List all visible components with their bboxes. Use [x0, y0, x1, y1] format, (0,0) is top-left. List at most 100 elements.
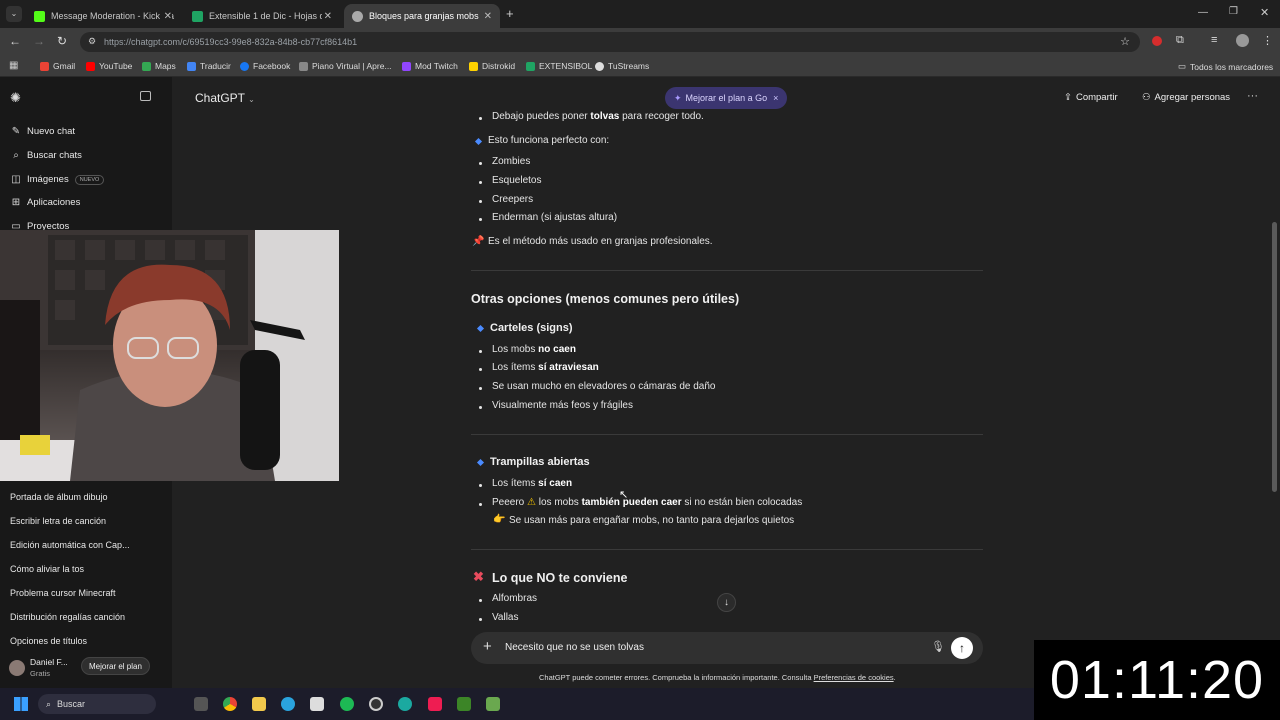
- new-chat-button[interactable]: ✎ Nuevo chat: [10, 126, 75, 137]
- new-tab-icon[interactable]: +: [506, 6, 514, 21]
- chatgpt-icon: [352, 10, 363, 22]
- history-item[interactable]: Distribución regalías canción: [10, 612, 125, 622]
- bookmark-extensibol[interactable]: EXTENSIBOL: [526, 61, 592, 71]
- tab-search-button[interactable]: ⌄: [6, 6, 22, 22]
- edge-icon[interactable]: [398, 697, 412, 711]
- close-icon[interactable]: ✕: [161, 10, 172, 22]
- bold-text: sí caen: [538, 478, 573, 489]
- file-explorer-icon[interactable]: [252, 697, 266, 711]
- site-info-icon[interactable]: ⚙: [88, 36, 96, 47]
- webcam-overlay: [0, 230, 339, 481]
- back-icon[interactable]: ←: [9, 34, 21, 48]
- bold-text: no caen: [538, 344, 576, 355]
- history-item[interactable]: Edición automática con Cap...: [10, 540, 130, 550]
- bookmark-youtube[interactable]: YouTube: [86, 61, 132, 71]
- apps-grid-icon[interactable]: ▦: [9, 60, 18, 71]
- content-line: Debajo puedes poner tolvas para recoger …: [492, 111, 704, 122]
- chrome-icon[interactable]: [223, 697, 237, 711]
- bookmark-mod-twitch[interactable]: Mod Twitch: [402, 61, 458, 71]
- add-people-button[interactable]: ⚇ Agregar personas: [1142, 92, 1230, 103]
- divider: [471, 270, 983, 271]
- bookmark-facebook[interactable]: Facebook: [240, 61, 290, 71]
- history-item[interactable]: Problema cursor Minecraft: [10, 588, 116, 598]
- all-bookmarks[interactable]: ▭ Todos los marcadores: [1178, 61, 1273, 72]
- openai-logo-icon[interactable]: ✺: [10, 90, 21, 106]
- bookmark-label: Gmail: [53, 61, 76, 71]
- add-attachment-icon[interactable]: +: [483, 638, 492, 655]
- new-badge: NUEVO: [74, 174, 105, 185]
- send-button[interactable]: ↑: [951, 637, 973, 659]
- divider: [471, 549, 983, 550]
- sheets-icon: [192, 10, 203, 22]
- puzzle-icon[interactable]: ⧉: [1176, 34, 1184, 47]
- webcam-image: [0, 230, 339, 481]
- tab-kick[interactable]: Message Moderation - Kick Da ✕: [26, 4, 180, 28]
- history-item[interactable]: Cómo aliviar la tos: [10, 564, 84, 574]
- capcut-icon[interactable]: [310, 697, 324, 711]
- minecraft-launcher-icon[interactable]: [486, 697, 500, 711]
- content-line: Esto funciona perfecto con:: [488, 135, 610, 146]
- upgrade-pill[interactable]: ✦ Mejorar el plan a Go ×: [665, 87, 788, 109]
- bookmark-distrokid[interactable]: Distrokid: [469, 61, 515, 71]
- taskbar-search-label: Buscar: [57, 699, 86, 709]
- minimize-icon[interactable]: —: [1198, 7, 1208, 18]
- close-window-icon[interactable]: ✕: [1260, 6, 1269, 19]
- media-icon[interactable]: ≡: [1211, 34, 1217, 46]
- history-item[interactable]: Escribir letra de canción: [10, 516, 106, 526]
- forward-icon[interactable]: →: [33, 34, 45, 48]
- tab-chatgpt[interactable]: Bloques para granjas mobs ✕: [344, 4, 500, 28]
- menu-icon[interactable]: ⋮: [1262, 34, 1273, 47]
- share-button[interactable]: ⇪ Compartir: [1064, 92, 1118, 103]
- url-bar[interactable]: ⚙ https://chatgpt.com/c/69519cc3-99e8-83…: [80, 32, 1140, 52]
- bookmark-piano[interactable]: Piano Virtual | Apre...: [299, 61, 392, 71]
- cookie-preferences-link[interactable]: Preferencias de cookies: [814, 673, 894, 682]
- bookmark-maps[interactable]: Maps: [142, 61, 176, 71]
- telegram-icon[interactable]: [281, 697, 295, 711]
- tiktok-icon[interactable]: [428, 697, 442, 711]
- youtube-icon: [86, 61, 95, 71]
- more-options-icon[interactable]: ···: [1247, 90, 1258, 102]
- disclaimer-end: .: [893, 673, 896, 682]
- task-view-icon[interactable]: [194, 697, 208, 711]
- apps-button[interactable]: ⊞ Aplicaciones: [10, 197, 81, 208]
- close-icon[interactable]: ✕: [481, 10, 492, 22]
- user-avatar[interactable]: [9, 660, 25, 676]
- close-icon[interactable]: ✕: [321, 10, 332, 22]
- windows-start-icon[interactable]: [14, 697, 28, 711]
- reload-icon[interactable]: ↻: [57, 34, 67, 48]
- tab-label: Extensible 1 de Dic - Hojas de: [209, 11, 330, 21]
- minecraft-icon[interactable]: [457, 697, 471, 711]
- model-name: ChatGPT: [195, 91, 245, 105]
- history-item[interactable]: Opciones de títulos: [10, 636, 87, 646]
- images-button[interactable]: ◫ Imágenes NUEVO: [10, 174, 105, 185]
- user-name[interactable]: Daniel F...: [30, 657, 68, 667]
- share-label: Compartir: [1075, 92, 1118, 103]
- cross-mark-icon: ✖: [473, 569, 484, 584]
- model-selector[interactable]: ChatGPT ⌄: [195, 91, 255, 105]
- scrollbar[interactable]: [1272, 222, 1277, 492]
- message-input[interactable]: Necesito que no se usen tolvas: [505, 642, 644, 653]
- bookmark-gmail[interactable]: Gmail: [40, 61, 75, 71]
- bookmarks-bar: ▦ Gmail YouTube Maps Traducir Facebook P…: [0, 55, 1280, 77]
- bookmark-tustreams[interactable]: TuStreams: [595, 61, 649, 71]
- bookmark-star-icon[interactable]: ☆: [1120, 35, 1130, 48]
- bookmark-translate[interactable]: Traducir: [187, 61, 231, 71]
- bullet: [479, 350, 482, 353]
- search-chats-button[interactable]: ⌕ Buscar chats: [10, 150, 82, 161]
- toggle-sidebar-icon[interactable]: [140, 91, 151, 101]
- profile-avatar[interactable]: [1236, 34, 1249, 47]
- scroll-down-button[interactable]: ↓: [717, 593, 736, 612]
- taskbar-search[interactable]: ⌕ Buscar: [38, 694, 156, 714]
- obs-icon[interactable]: [369, 697, 383, 711]
- microphone-icon[interactable]: 🎙: [931, 640, 945, 653]
- pin-note: Es el método más usado en granjas profes…: [488, 236, 713, 247]
- upgrade-plan-button[interactable]: Mejorar el plan: [81, 657, 150, 675]
- extension-icon[interactable]: [1152, 36, 1162, 46]
- close-icon[interactable]: ×: [773, 93, 778, 103]
- maximize-icon[interactable]: ❐: [1229, 6, 1238, 17]
- composer[interactable]: + Necesito que no se usen tolvas 🎙 ↑: [471, 632, 983, 664]
- tab-sheets[interactable]: Extensible 1 de Dic - Hojas de ✕: [184, 4, 340, 28]
- history-item[interactable]: Portada de álbum dibujo: [10, 492, 108, 502]
- spotify-icon[interactable]: [340, 697, 354, 711]
- bookmark-label: Maps: [155, 61, 176, 71]
